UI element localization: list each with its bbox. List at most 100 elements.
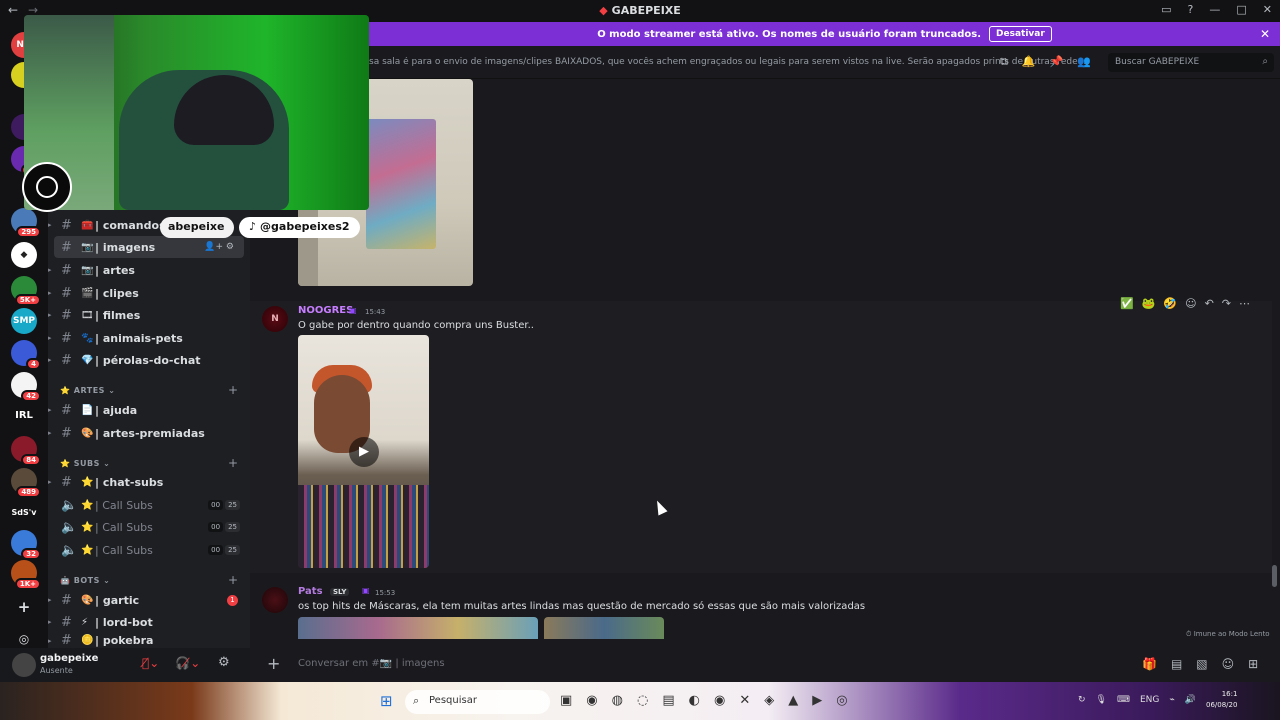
message-author[interactable]: Pats <box>298 586 323 597</box>
emoji-icon[interactable]: ☺ <box>1222 657 1235 671</box>
channel-item[interactable]: ▸ # 🎨 | artes-premiadas <box>48 422 250 444</box>
server-icon[interactable]: 32 <box>11 530 41 560</box>
category-subs[interactable]: ⭐ SUBS ⌄ <box>60 459 110 468</box>
channel-item[interactable]: ▸ # 📄 | ajuda <box>48 399 250 421</box>
emoji-reaction-icon[interactable]: 🐸 <box>1142 297 1156 310</box>
deafen-icon[interactable]: 🎧̸⌄ <box>175 656 200 670</box>
channel-emoji: 📷 <box>81 241 94 253</box>
obs-icon[interactable]: ◎ <box>836 693 847 708</box>
bell-icon[interactable]: 🔔 <box>1022 55 1036 69</box>
play-icon[interactable]: ▶ <box>349 437 379 467</box>
sync-icon[interactable]: ↻ <box>1078 695 1086 705</box>
clock[interactable]: 16:1 06/08/20 <box>1206 689 1237 711</box>
channel-item[interactable]: ▸ # 🪙 | pokebra <box>48 633 250 648</box>
user-settings-icon[interactable]: ⚙ <box>218 655 230 670</box>
check-reaction-icon[interactable]: ✅ <box>1120 297 1134 310</box>
more-icon[interactable]: ⋯ <box>1239 297 1250 310</box>
app-icon[interactable]: ✕ <box>739 693 750 708</box>
channel-settings-icon[interactable]: 👤+ ⚙ <box>204 242 234 252</box>
app-icon[interactable]: ◌ <box>637 693 648 708</box>
sticker-icon[interactable]: ▧ <box>1196 657 1207 671</box>
server-icon[interactable]: 1K+ <box>11 560 41 590</box>
video-attachment[interactable]: ▶ <box>298 335 429 568</box>
category-artes[interactable]: ⭐ ARTES ⌄ <box>60 386 115 395</box>
mic-icon[interactable]: 🎙 <box>1096 695 1107 705</box>
pin-icon[interactable]: 📌 <box>1050 55 1064 69</box>
close-window-icon[interactable]: ✕ <box>1263 3 1272 16</box>
add-channel-icon[interactable]: + <box>228 383 238 397</box>
voice-channel[interactable]: 🔈 ⭐ | Call Subs 00 25 <box>48 516 250 538</box>
server-icon[interactable]: IRL <box>11 402 37 428</box>
server-icon[interactable]: 489 <box>11 468 41 498</box>
emoji-reaction-icon[interactable]: 🤣 <box>1163 297 1177 310</box>
server-icon[interactable]: 84 <box>11 436 41 466</box>
discord-icon[interactable]: ◈ <box>764 693 774 708</box>
attach-icon[interactable]: + <box>267 654 280 673</box>
windows-start-icon[interactable]: ⊞ <box>380 692 393 710</box>
voice-channel[interactable]: 🔈 ⭐ | Call Subs 00 25 <box>48 539 250 561</box>
channel-item[interactable]: ▸ # 🎨 | gartic 1 <box>48 589 250 611</box>
channel-item[interactable]: ▸ # 🎞 | filmes <box>48 304 250 326</box>
server-icon[interactable]: 5K+ <box>11 276 41 306</box>
search-input[interactable]: Buscar GABEPEIXE ⌕ <box>1108 53 1274 72</box>
members-icon[interactable]: 👥 <box>1077 55 1091 69</box>
server-icon[interactable]: SdS'v <box>11 499 37 525</box>
folder-icon[interactable]: ▤ <box>662 693 674 708</box>
maximize-icon[interactable]: □ <box>1236 3 1246 16</box>
gift-icon[interactable]: 🎁 <box>1142 657 1157 671</box>
channel-item[interactable]: ▸ # 💎 | pérolas-do-chat <box>48 349 250 371</box>
username[interactable]: gabepeixe <box>40 653 98 664</box>
channel-item[interactable]: ▸ # ⚡ | lord-bot <box>48 611 250 633</box>
language-indicator[interactable]: ENG <box>1140 695 1159 705</box>
channel-item[interactable]: ▸ # 🎬 | clipes <box>48 282 250 304</box>
app-icon[interactable]: ◉ <box>586 693 597 708</box>
channel-item[interactable]: ▸ # 📷 | artes <box>48 259 250 281</box>
server-icon[interactable]: 4 <box>11 340 41 370</box>
gif-icon[interactable]: ▤ <box>1171 657 1182 671</box>
server-icon[interactable]: SMP <box>11 308 37 334</box>
taskbar-search[interactable]: ⌕ Pesquisar <box>405 690 550 714</box>
channel-item[interactable]: ▸ # 🐾 | animais-pets <box>48 327 250 349</box>
message-input[interactable]: Conversar em #📷 | imagens <box>298 658 445 669</box>
avatar[interactable]: N <box>262 306 288 332</box>
category-bots[interactable]: 🤖 BOTS ⌄ <box>60 576 110 585</box>
mute-mic-icon[interactable]: 🎙̸⌄ <box>142 656 159 670</box>
disable-streamer-button[interactable]: Desativar <box>989 26 1052 42</box>
server-icon[interactable]: 295 <box>11 208 41 238</box>
add-server-icon[interactable]: + <box>11 594 37 620</box>
app-icon[interactable]: ◍ <box>612 693 623 708</box>
voice-current: 00 <box>208 545 224 555</box>
scrollbar[interactable] <box>1272 565 1277 587</box>
help-icon[interactable]: ? <box>1188 3 1194 16</box>
guild-tag[interactable]: SLY <box>330 588 350 596</box>
image-attachment[interactable] <box>298 617 538 639</box>
volume-icon[interactable]: 🔊 <box>1185 695 1196 705</box>
add-channel-icon[interactable]: + <box>228 456 238 470</box>
threads-icon[interactable]: ⧉ <box>1000 55 1008 69</box>
voice-channel[interactable]: 🔈 ⭐ | Call Subs 00 25 <box>48 494 250 516</box>
add-channel-icon[interactable]: + <box>228 573 238 587</box>
minimize-icon[interactable]: — <box>1209 3 1220 16</box>
channel-item-active[interactable]: # 📷 | imagens 👤+ ⚙ <box>54 236 244 258</box>
app-icon[interactable]: ▶ <box>812 693 822 708</box>
app-icon[interactable]: ◉ <box>714 693 725 708</box>
app-icon[interactable]: ▲ <box>788 693 798 708</box>
channel-item[interactable]: ▸ # ⭐ | chat-subs <box>48 471 250 493</box>
reply-icon[interactable]: ↶ <box>1205 297 1214 310</box>
server-icon[interactable]: 42 <box>11 372 41 402</box>
avatar[interactable] <box>262 587 288 613</box>
forward-message-icon[interactable]: ↷ <box>1222 297 1231 310</box>
channel-label: | comandos <box>95 218 166 232</box>
keyboard-icon[interactable]: ⌨ <box>1117 695 1130 705</box>
image-attachment[interactable] <box>544 617 664 639</box>
network-icon[interactable]: ⌁ <box>1169 695 1174 705</box>
banner-close-icon[interactable]: ✕ <box>1260 27 1270 41</box>
add-reaction-icon[interactable]: ☺ <box>1185 297 1196 310</box>
inbox-icon[interactable]: ▭ <box>1161 3 1171 16</box>
message-author[interactable]: NOOGRES <box>298 305 353 316</box>
apps-icon[interactable]: ⊞ <box>1248 657 1258 671</box>
server-icon[interactable]: ◆ <box>11 242 37 268</box>
steam-icon[interactable]: ◐ <box>689 693 700 708</box>
app-icon[interactable]: ▣ <box>560 693 572 708</box>
avatar[interactable] <box>12 653 36 677</box>
